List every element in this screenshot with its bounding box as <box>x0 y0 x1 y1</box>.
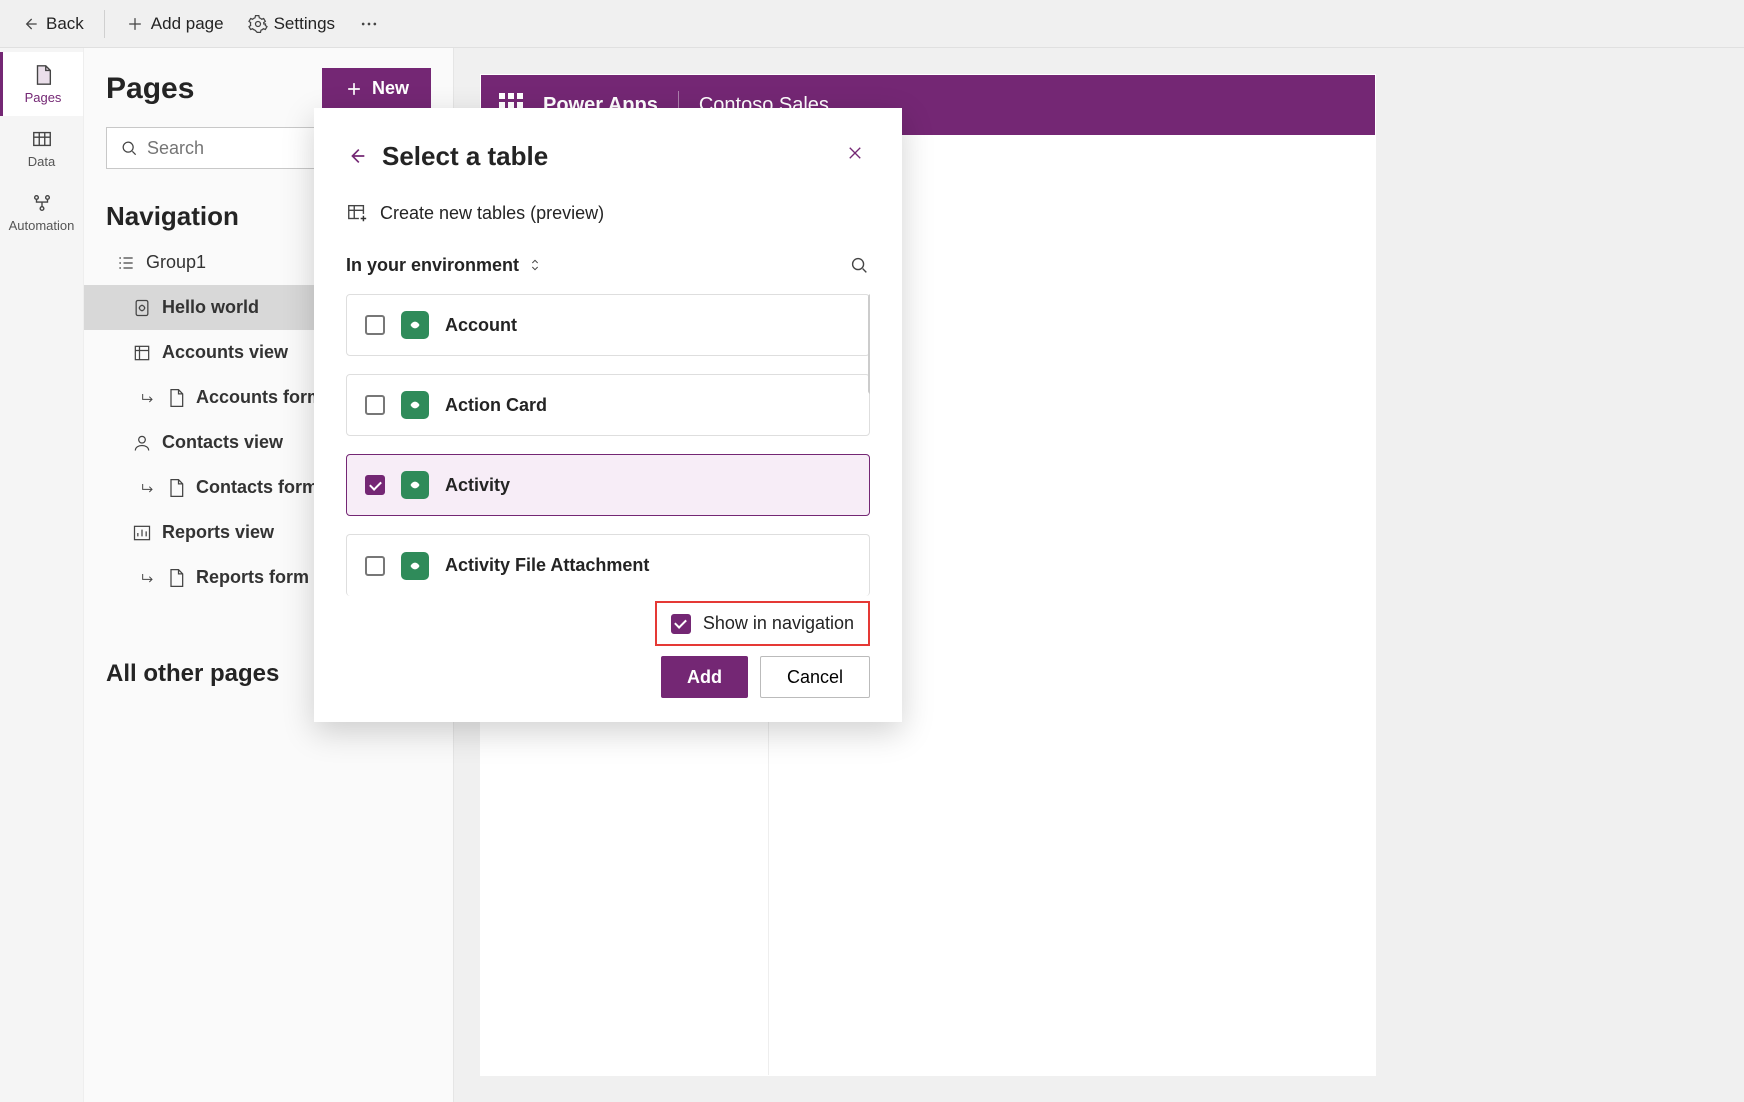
table-checkbox[interactable] <box>365 315 385 335</box>
toolbar-separator <box>104 10 105 38</box>
form-icon <box>166 568 186 588</box>
tree-item-label: Contacts form <box>196 477 318 498</box>
tree-item-label: Reports view <box>162 522 274 543</box>
settings-label: Settings <box>274 14 335 34</box>
page-icon <box>32 64 54 86</box>
table-icon <box>31 128 53 150</box>
chart-icon <box>132 523 152 543</box>
tree-item-label: Accounts view <box>162 342 288 363</box>
arrow-left-icon[interactable] <box>346 145 368 167</box>
custom-page-icon <box>132 298 152 318</box>
environment-sort[interactable]: In your environment <box>346 255 543 276</box>
add-page-button[interactable]: Add page <box>115 8 234 40</box>
table-name: Account <box>445 315 517 336</box>
top-toolbar: Back Add page Settings <box>0 0 1744 48</box>
rail-data-label: Data <box>28 154 55 169</box>
sort-icon <box>527 257 543 273</box>
settings-button[interactable]: Settings <box>238 8 345 40</box>
table-name: Activity <box>445 475 510 496</box>
tree-group-label: Group1 <box>146 252 206 273</box>
tree-item-label: Accounts form <box>196 387 323 408</box>
show-in-nav-label: Show in navigation <box>703 613 854 634</box>
back-label: Back <box>46 14 84 34</box>
tree-item-label: Contacts view <box>162 432 283 453</box>
add-page-label: Add page <box>151 14 224 34</box>
search-icon[interactable] <box>848 254 870 276</box>
tree-item-label: Hello world <box>162 297 259 318</box>
table-checkbox[interactable] <box>365 475 385 495</box>
table-name: Activity File Attachment <box>445 555 649 576</box>
plus-icon <box>344 79 364 99</box>
list-icon <box>116 253 136 273</box>
gear-icon <box>248 14 268 34</box>
rail-automation-label: Automation <box>9 218 75 233</box>
person-icon <box>132 433 152 453</box>
table-checkbox[interactable] <box>365 556 385 576</box>
dialog-title: Select a table <box>382 141 826 172</box>
create-new-tables[interactable]: Create new tables (preview) <box>346 202 870 224</box>
return-icon <box>140 390 156 406</box>
tree-item-label: Reports form <box>196 567 309 588</box>
search-icon <box>119 138 139 158</box>
table-row-activity-file-attachment[interactable]: Activity File Attachment <box>346 534 870 596</box>
view-icon <box>132 343 152 363</box>
close-button[interactable] <box>840 138 870 174</box>
form-icon <box>166 388 186 408</box>
table-row-action-card[interactable]: Action Card <box>346 374 870 436</box>
panel-title: Pages <box>106 72 194 106</box>
ellipsis-icon <box>359 14 379 34</box>
table-add-icon <box>346 202 368 224</box>
cancel-button[interactable]: Cancel <box>760 656 870 698</box>
rail-pages[interactable]: Pages <box>0 52 83 116</box>
scrollbar-thumb[interactable] <box>868 294 870 394</box>
flow-icon <box>31 192 53 214</box>
dataverse-icon <box>401 471 429 499</box>
left-rail: Pages Data Automation <box>0 48 84 1102</box>
plus-icon <box>125 14 145 34</box>
show-in-nav-checkbox[interactable] <box>671 614 691 634</box>
dataverse-icon <box>401 552 429 580</box>
add-button[interactable]: Add <box>661 656 748 698</box>
close-icon <box>846 144 864 162</box>
new-button-label: New <box>372 78 409 99</box>
return-icon <box>140 480 156 496</box>
table-row-activity[interactable]: Activity <box>346 454 870 516</box>
dataverse-icon <box>401 391 429 419</box>
show-in-navigation-highlight: Show in navigation <box>655 601 870 646</box>
dataverse-icon <box>401 311 429 339</box>
table-list: Account Action Card Activity Activity Fi… <box>346 294 870 596</box>
more-button[interactable] <box>349 8 389 40</box>
environment-label: In your environment <box>346 255 519 276</box>
return-icon <box>140 570 156 586</box>
table-name: Action Card <box>445 395 547 416</box>
new-button[interactable]: New <box>322 68 431 109</box>
table-row-account[interactable]: Account <box>346 294 870 356</box>
create-new-tables-label: Create new tables (preview) <box>380 203 604 224</box>
rail-data[interactable]: Data <box>0 116 83 180</box>
rail-pages-label: Pages <box>25 90 62 105</box>
form-icon <box>166 478 186 498</box>
select-table-dialog: Select a table Create new tables (previe… <box>314 108 902 722</box>
arrow-left-icon <box>20 14 40 34</box>
rail-automation[interactable]: Automation <box>0 180 83 244</box>
back-button[interactable]: Back <box>10 8 94 40</box>
table-checkbox[interactable] <box>365 395 385 415</box>
